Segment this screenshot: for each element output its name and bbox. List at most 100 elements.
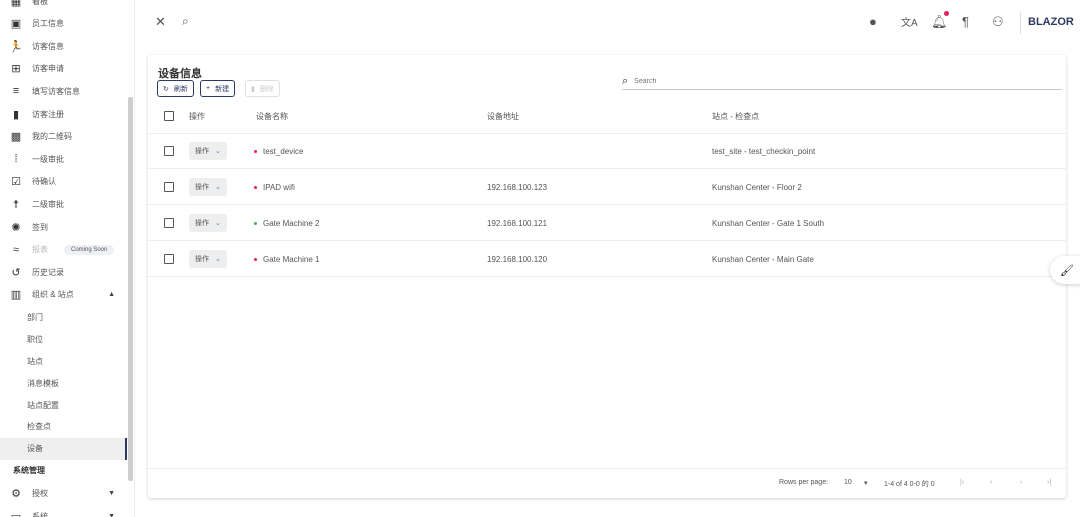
table-row[interactable]: 操作 ⌄ test_device test_site - test_checkin…: [148, 133, 1066, 169]
site-checkpoint: Kunshan Center - Gate 1 South: [712, 218, 825, 228]
column-header[interactable]: 设备地址: [487, 98, 519, 134]
sidebar-item-label: 二级审批: [32, 199, 64, 209]
search-input[interactable]: [634, 77, 1035, 85]
plus-icon: +: [206, 85, 211, 92]
prev-page-icon[interactable]: ‹: [990, 479, 992, 486]
sidebar-item[interactable]: ⁞ 一级审批: [0, 148, 127, 170]
row-checkbox[interactable]: [164, 146, 174, 156]
refresh-button[interactable]: ↻ 刷新: [157, 80, 194, 97]
sidebar-item[interactable]: 🏃 访客信息: [0, 35, 127, 57]
table-row[interactable]: 操作 ⌄ IPAD wifi 192.168.100.123 Kunshan Ce…: [148, 169, 1066, 205]
row-checkbox[interactable]: [164, 182, 174, 192]
refresh-icon: ↻: [163, 85, 169, 93]
sidebar-item-label: 系统: [32, 511, 48, 517]
action-dropdown[interactable]: 操作 ⌄: [189, 214, 227, 232]
notification-icon[interactable]: 🔔︎: [931, 14, 948, 30]
sidebar-subitem[interactable]: 消息模板: [0, 372, 127, 394]
new-label: 新建: [215, 85, 230, 93]
sidebar-subitem[interactable]: 设备: [0, 437, 127, 460]
dashboard-icon: ▦: [10, 0, 22, 8]
sidebar-item-label: 访客申请: [32, 64, 64, 74]
translate-icon[interactable]: 文A: [901, 14, 918, 29]
sidebar-item-label: 签到: [32, 222, 48, 232]
action-dropdown[interactable]: 操作 ⌄: [189, 250, 227, 268]
sidebar-scrollbar[interactable]: [128, 97, 133, 481]
site-checkpoint: test_site - test_checkin_point: [712, 146, 816, 156]
sidebar-subitem[interactable]: 检查点: [0, 416, 127, 438]
text-direction-icon[interactable]: ¶: [962, 14, 969, 29]
sidebar-item[interactable]: ✺ 签到: [0, 216, 127, 238]
device-name: IPAD wifi: [263, 182, 295, 192]
coming-soon-badge: Coming Soon: [64, 244, 115, 255]
sidebar-item[interactable]: ▦ 看板: [0, 0, 127, 12]
row-checkbox[interactable]: [164, 218, 174, 228]
action-dropdown[interactable]: 操作 ⌄: [189, 178, 227, 196]
sidebar-subitem-label: 站点配置: [27, 400, 59, 410]
page-title: 设备信息: [158, 68, 202, 80]
sidebar-item[interactable]: ☨ 二级审批: [0, 193, 127, 215]
sidebar: ▦ 看板 ▣ 员工信息 🏃 访客信息 ⊞ 访客申请 ≡ 填写访客信息 ▮ 访客注册 ▩ 我的二维码 ⁞ 一级审…: [0, 0, 135, 517]
sidebar-subitem[interactable]: 站点配置: [0, 394, 127, 416]
sidebar-item-label: 报表: [32, 245, 48, 255]
delete-button[interactable]: ▮ 删除: [245, 80, 280, 97]
chevron-down-icon: ⌄: [215, 256, 221, 263]
sidebar-section-title: 系统管理: [13, 466, 45, 476]
brand-logo[interactable]: BLAZOR: [1028, 16, 1074, 28]
github-icon[interactable]: ●: [869, 14, 877, 29]
search-icon: ⌕: [622, 74, 629, 87]
rows-per-page-select[interactable]: 10: [844, 479, 852, 486]
column-header[interactable]: 操作: [189, 98, 205, 134]
trash-icon: ▮: [251, 85, 255, 93]
action-dropdown[interactable]: 操作 ⌄: [189, 142, 227, 160]
delete-label: 删除: [259, 85, 274, 93]
sidebar-subitem[interactable]: 部门: [0, 306, 127, 328]
sidebar-subitem[interactable]: 职位: [0, 328, 127, 350]
sidebar-item[interactable]: ▣ 员工信息: [0, 13, 127, 35]
sidebar-item[interactable]: ≡ 填写访客信息: [0, 80, 127, 102]
sidebar-item[interactable]: ⚙ 授权 ▼: [0, 483, 127, 505]
search-field[interactable]: ⌕: [622, 73, 1062, 90]
new-button[interactable]: + 新建: [200, 80, 236, 97]
status-dot: [254, 149, 257, 153]
sidebar-item[interactable]: ☑ 待确认: [0, 171, 127, 193]
close-icon[interactable]: ✕: [155, 14, 166, 30]
sidebar-item-label: 组织 & 站点: [32, 290, 74, 300]
chevron-down-icon: ⌄: [215, 148, 221, 155]
sidebar-subitem[interactable]: 站点: [0, 350, 127, 372]
sidebar-item[interactable]: ▥ 组织 & 站点 ▲: [0, 284, 127, 306]
action-label: 操作: [195, 256, 209, 263]
sidebar-subitem-label: 消息模板: [27, 378, 59, 388]
walk-icon: 🏃: [9, 40, 23, 53]
device-name: Gate Machine 1: [263, 254, 320, 264]
sidebar-item-label: 待确认: [32, 177, 56, 187]
last-page-icon[interactable]: ›|: [1047, 479, 1051, 486]
action-label: 操作: [195, 220, 209, 227]
table-row[interactable]: 操作 ⌄ Gate Machine 2 192.168.100.121 Kunsh…: [148, 205, 1066, 241]
column-header[interactable]: 设备名称: [256, 98, 288, 134]
column-header[interactable]: 站点 - 检查点: [712, 98, 759, 134]
chevron-down-icon: ⌄: [215, 184, 221, 191]
sidebar-item[interactable]: ⊞ 访客申请: [0, 58, 127, 80]
next-page-icon[interactable]: ›: [1020, 479, 1022, 486]
chevron-down-icon: ⌄: [215, 220, 221, 227]
site-checkpoint: Kunshan Center - Floor 2: [712, 182, 802, 192]
first-page-icon[interactable]: |‹: [960, 479, 964, 486]
row-checkbox[interactable]: [164, 254, 174, 264]
select-all-checkbox[interactable]: [164, 111, 174, 121]
sidebar-item[interactable]: ▩ 我的二维码: [0, 126, 127, 148]
sidebar-item[interactable]: ≈ 报表 Coming Soon: [0, 239, 127, 261]
sidebar-item-label: 访客注册: [32, 109, 64, 119]
table-row[interactable]: 操作 ⌄ Gate Machine 1 192.168.100.120 Kunsh…: [148, 241, 1066, 277]
search-icon[interactable]: ⌕: [182, 14, 189, 29]
sidebar-item-label: 授权: [32, 489, 48, 499]
qr-code-icon: ▩: [10, 131, 22, 144]
sidebar-item[interactable]: ▮ 访客注册: [0, 103, 127, 125]
dropdown-icon[interactable]: ▾: [864, 479, 868, 487]
devices-card: 设备信息 ↻ 刷新 + 新建 ▮ 删除 ⌕ 操作 设备名称 设备地址 站点 - 检查点 操作…: [148, 55, 1066, 498]
device-address: 192.168.100.121: [487, 218, 548, 228]
sidebar-item[interactable]: ↺ 历史记录: [0, 261, 127, 283]
theme-brush-button[interactable]: 🖌︎: [1050, 256, 1080, 284]
sidebar-item[interactable]: ▭ 系统 ▼: [0, 505, 127, 517]
user-icon[interactable]: ⚇: [992, 14, 1004, 30]
post-add-icon: ⊞: [11, 63, 21, 76]
